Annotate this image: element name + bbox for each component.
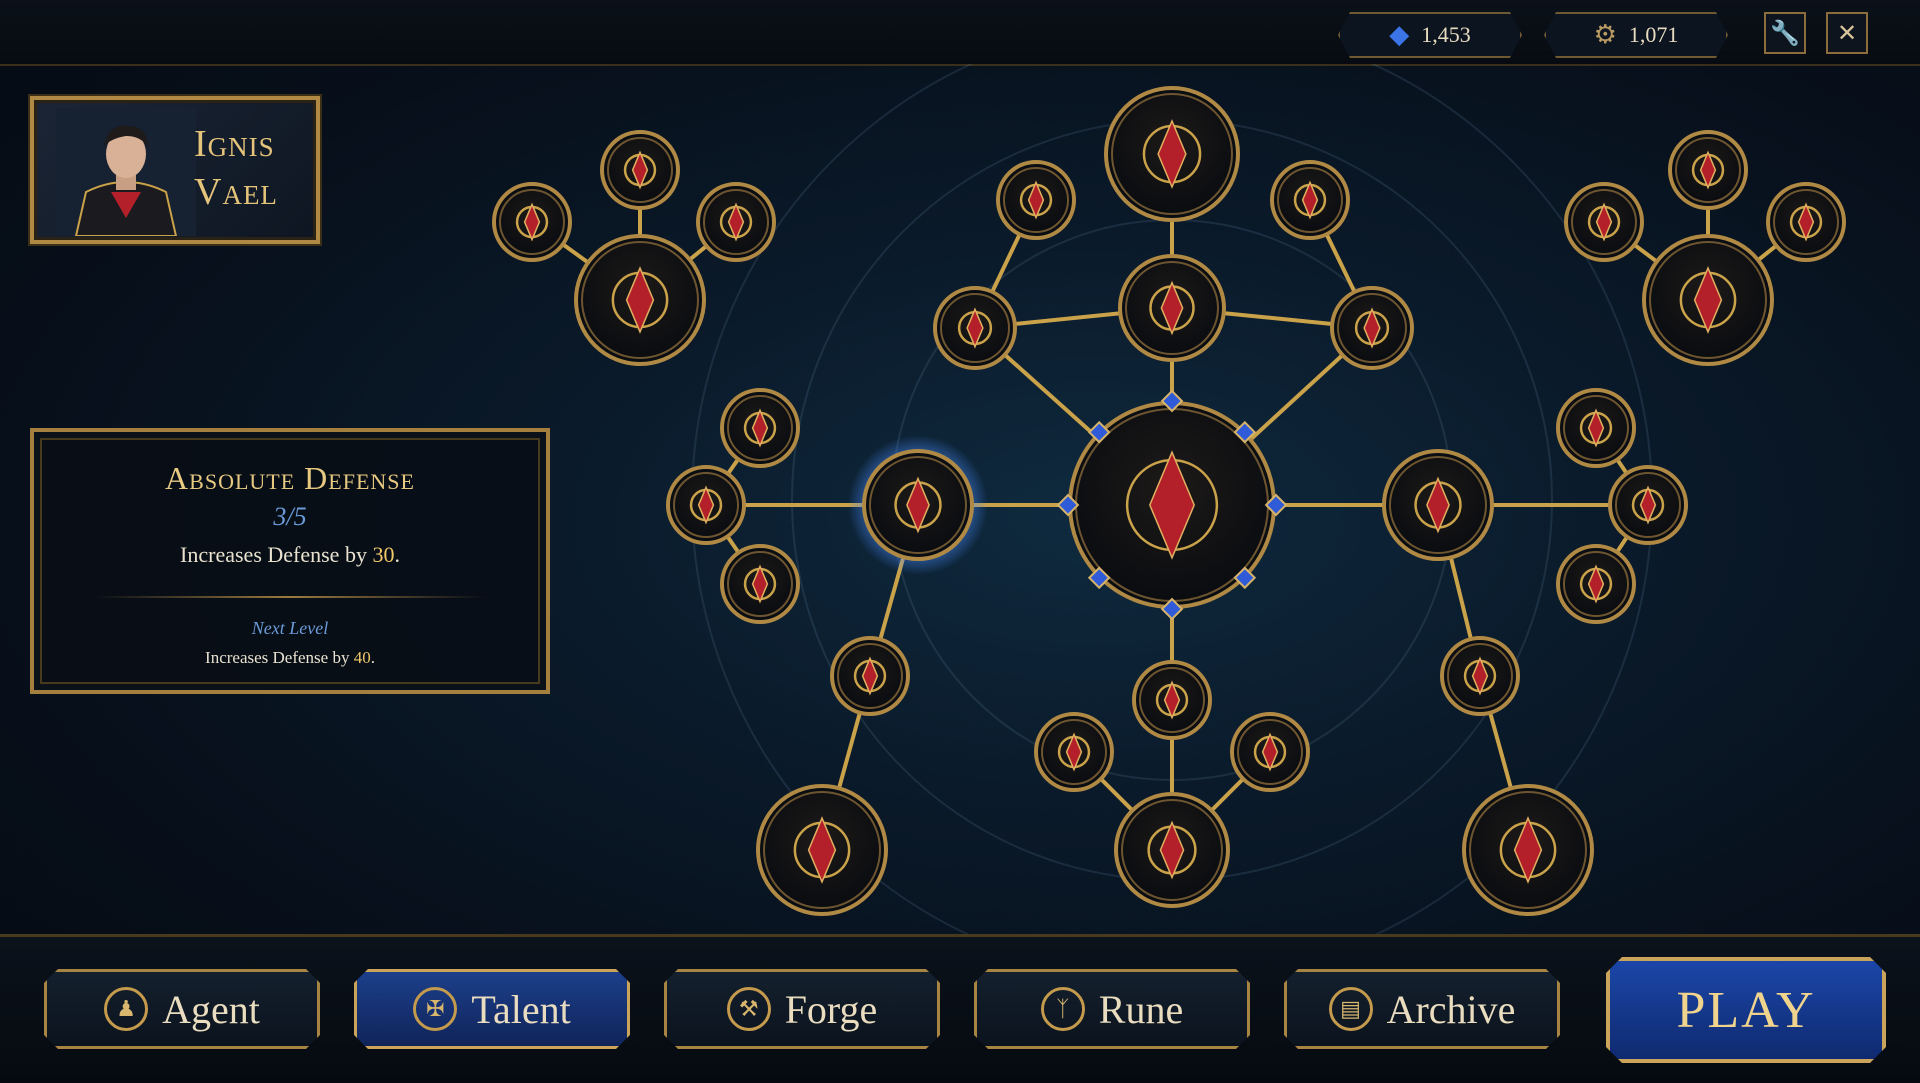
close-button[interactable]: ✕ <box>1826 12 1868 54</box>
nav-rune-label: Rune <box>1098 986 1184 1032</box>
gem-currency: ◆ 1,453 <box>1338 12 1522 58</box>
next-level-label: Next Level <box>251 618 329 638</box>
hero-first-name: Ignis <box>194 123 275 165</box>
talent-node-target-gem[interactable] <box>1668 130 1748 210</box>
talent-node-left-shield-top[interactable] <box>720 388 800 468</box>
description-text: Increases Defense by <box>180 542 373 567</box>
next-level-description: Increases Defense by 40. <box>34 648 546 668</box>
talent-title: Absolute Defense <box>165 460 415 496</box>
nav-archive-label: Archive <box>1386 986 1516 1032</box>
nav-talent-label: Talent <box>471 986 571 1032</box>
talent-node-card[interactable] <box>1114 792 1230 908</box>
wrench-icon: 🔧 <box>1770 20 1800 47</box>
gear-currency: ⚙ 1,071 <box>1544 12 1728 58</box>
nav-rune-button[interactable]: ᛉ Rune <box>974 969 1250 1049</box>
talent-node-vault[interactable] <box>1642 234 1774 366</box>
settings-button[interactable]: 🔧 <box>1764 12 1806 54</box>
talent-node-gem-pool[interactable] <box>1118 254 1226 362</box>
nav-agent-label: Agent <box>162 986 260 1032</box>
talent-node-crown-shield[interactable] <box>756 784 888 916</box>
nav-forge-button[interactable]: ⚒ Forge <box>664 969 940 1049</box>
rune-icon: ᛉ <box>1041 987 1085 1031</box>
talent-node-fountain[interactable] <box>1556 544 1636 624</box>
talent-node-gem-sigil[interactable] <box>1462 784 1594 916</box>
play-button[interactable]: PLAY <box>1606 957 1886 1063</box>
talent-node-chest[interactable] <box>1564 182 1644 262</box>
nav-agent-button[interactable]: ♟ Agent <box>44 969 320 1049</box>
talent-node-magnify-gem[interactable] <box>1766 182 1846 262</box>
talent-node-left-shield-mid[interactable] <box>666 465 746 545</box>
nav-talent-button[interactable]: ✠ Talent <box>354 969 630 1049</box>
description-end: . <box>394 542 400 567</box>
talent-node-gem-pin-top[interactable] <box>1556 388 1636 468</box>
talent-node-boot[interactable] <box>1440 636 1520 716</box>
talent-node-crosshair[interactable] <box>996 160 1076 240</box>
anvil-icon: ⚒ <box>727 987 771 1031</box>
gear-count: 1,071 <box>1628 22 1679 47</box>
top-bar: ◆ 1,453 ⚙ 1,071 🔧 ✕ <box>0 0 1920 66</box>
talent-node-trident[interactable] <box>1104 86 1240 222</box>
gear-icon: ⚙ <box>1593 20 1617 49</box>
talent-node-book-open[interactable] <box>1034 712 1114 792</box>
talent-node-compass-star[interactable] <box>933 286 1017 370</box>
talent-node-gem-pin-mid[interactable] <box>1608 465 1688 545</box>
bottom-nav-bar: ♟ Agent ✠ Talent ⚒ Forge ᛉ Rune ▤ Archiv… <box>0 934 1920 1083</box>
talent-icon: ✠ <box>413 987 457 1031</box>
talent-node-orbit[interactable] <box>600 130 680 210</box>
talent-level: 3/5 <box>273 502 307 531</box>
talent-node-pin-gem[interactable] <box>1270 160 1350 240</box>
talent-node-tome[interactable] <box>1230 712 1310 792</box>
talent-node-left-shield-bottom[interactable] <box>720 544 800 624</box>
talent-node-scroll[interactable] <box>1132 660 1212 740</box>
talent-node-sound-wave[interactable] <box>830 636 910 716</box>
talent-node-absolute-defense[interactable] <box>848 435 988 575</box>
talent-node-swift-arrow[interactable] <box>1382 449 1494 561</box>
talent-node-sun-star[interactable] <box>696 182 776 262</box>
agent-icon: ♟ <box>104 987 148 1031</box>
talent-description: Increases Defense by 30. <box>34 542 546 568</box>
talent-node-sparkle-left[interactable] <box>492 182 572 262</box>
description-value: 30 <box>372 542 395 567</box>
nav-archive-button[interactable]: ▤ Archive <box>1284 969 1560 1049</box>
hero-portrait-card[interactable]: Ignis Vael <box>30 96 320 244</box>
nav-forge-label: Forge <box>784 986 878 1032</box>
talent-node-spear[interactable] <box>1330 286 1414 370</box>
tooltip-divider <box>94 596 486 598</box>
close-icon: ✕ <box>1836 20 1858 47</box>
blue-crystal-icon: ◆ <box>1389 20 1410 49</box>
hero-name: Ignis Vael <box>194 120 314 216</box>
hero-last-name: Vael <box>194 171 278 213</box>
talent-tooltip: Absolute Defense 3/5 Increases Defense b… <box>30 428 550 694</box>
gem-count: 1,453 <box>1421 22 1471 47</box>
talent-node-arrow-spread[interactable] <box>574 234 706 366</box>
hero-avatar <box>56 108 196 236</box>
next-description-end: . <box>370 648 375 667</box>
archive-book-icon: ▤ <box>1329 987 1373 1031</box>
next-description-value: 40 <box>353 648 371 667</box>
next-description-text: Increases Defense by <box>205 648 354 667</box>
talent-node-core[interactable] <box>1056 389 1288 621</box>
